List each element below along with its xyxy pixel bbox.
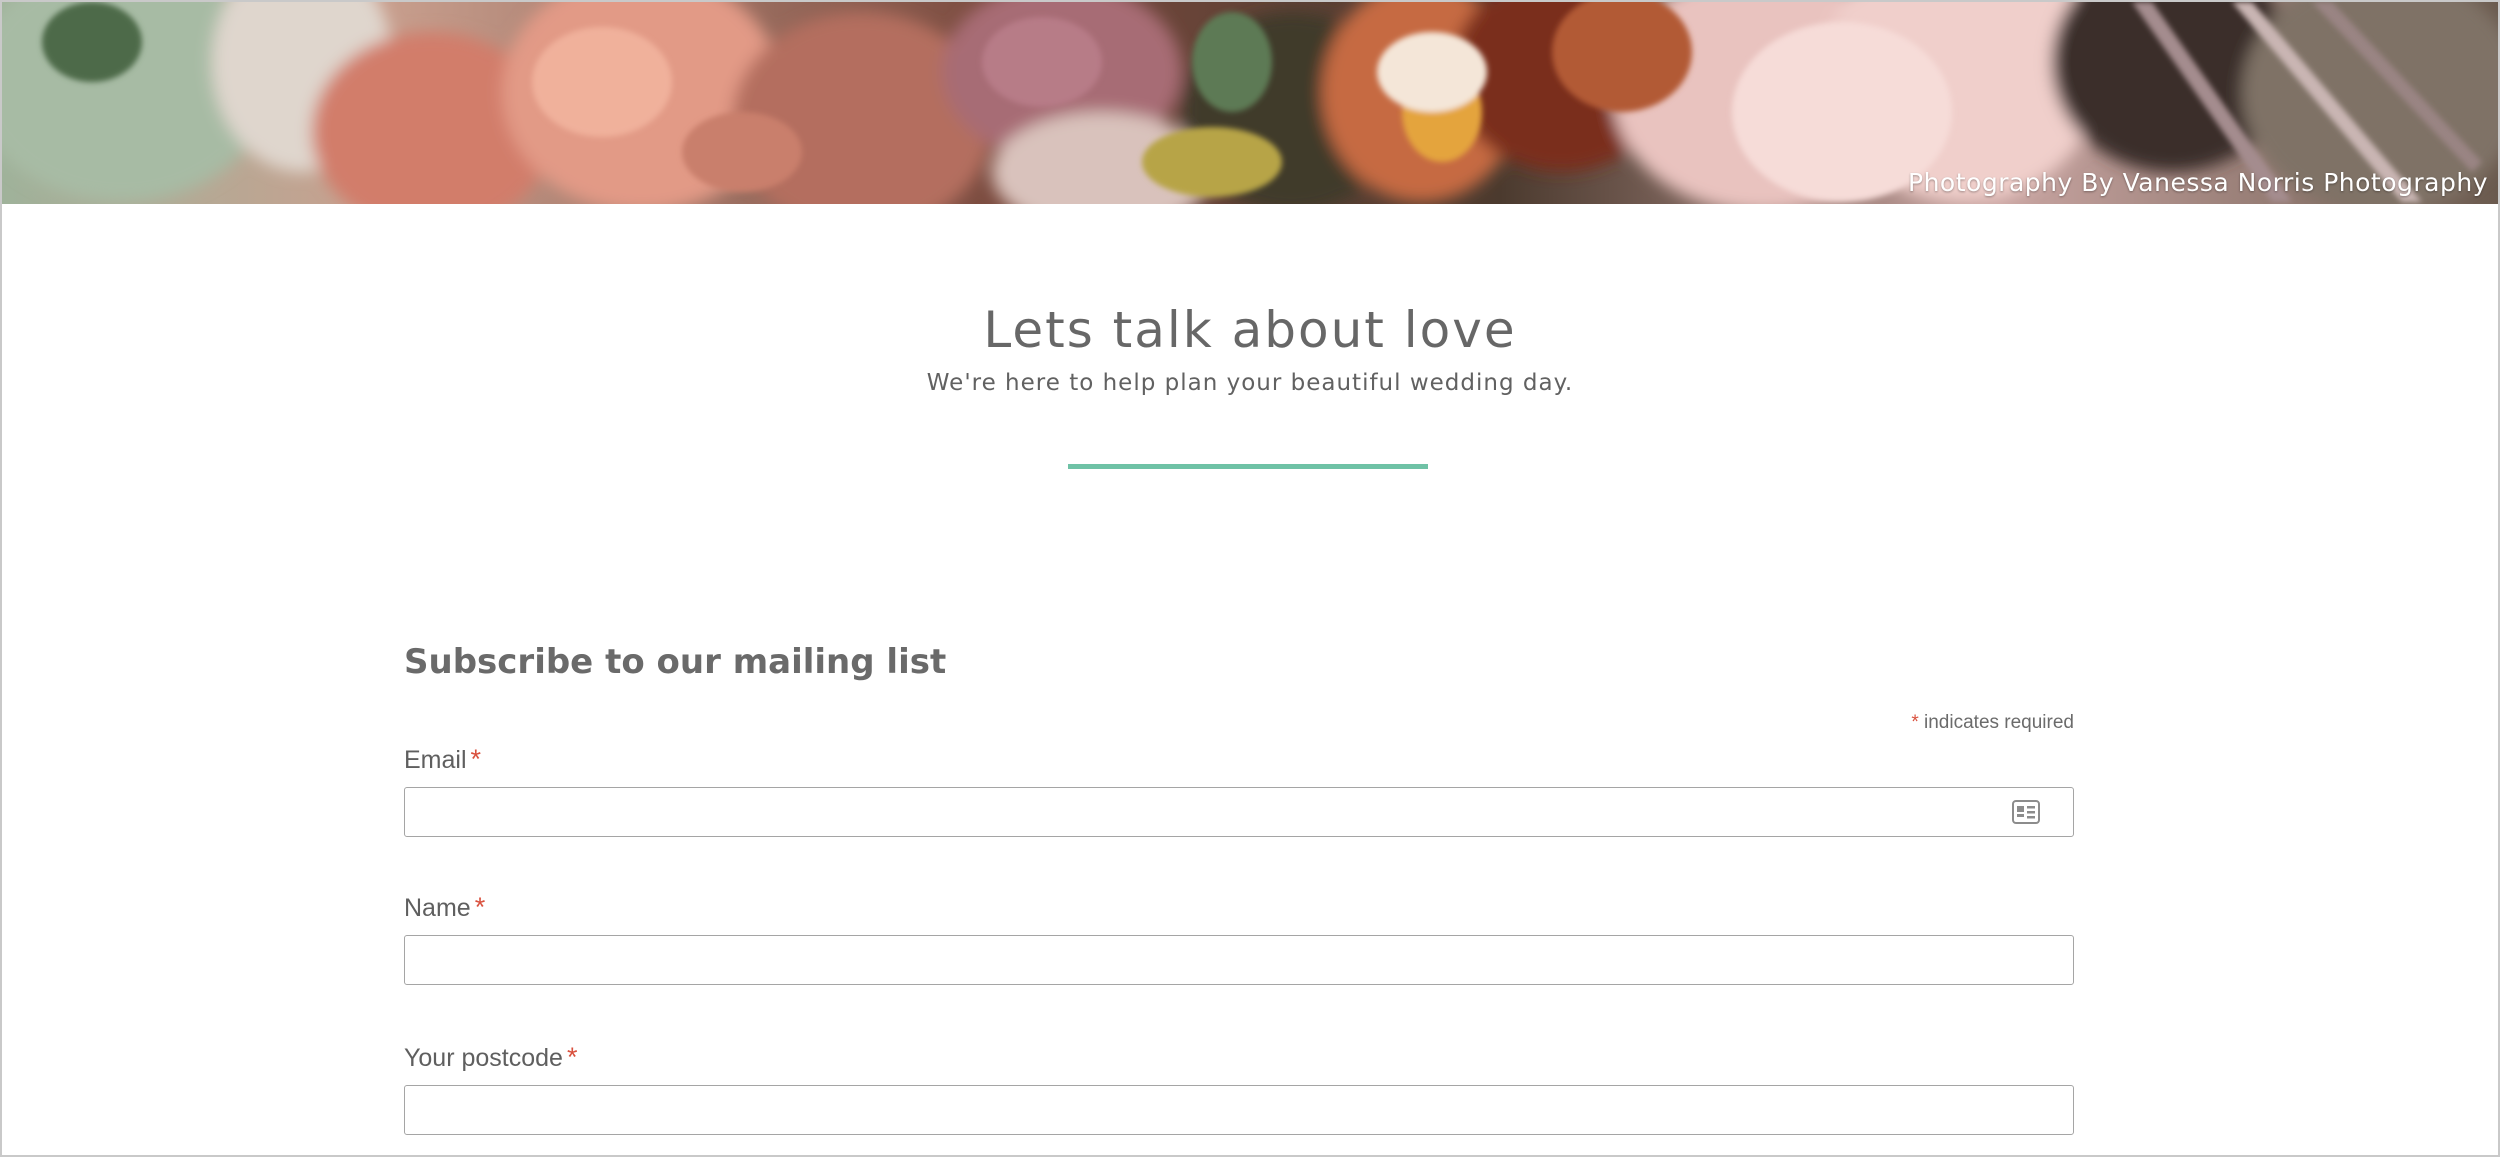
postcode-label: Your postcode *	[404, 1042, 2074, 1073]
page-subtitle: We're here to help plan your beautiful w…	[926, 370, 1574, 396]
required-note-text: indicates required	[1924, 712, 2074, 733]
name-label: Name *	[404, 892, 2074, 923]
page-title: Lets talk about love	[983, 301, 1517, 359]
required-asterisk: *	[1911, 712, 1919, 733]
required-asterisk: *	[470, 744, 482, 774]
hero-banner: Photography By Vanessa Norris Photograph…	[2, 2, 2498, 204]
email-input-wrap	[404, 787, 2074, 837]
mailing-list-form: Subscribe to our mailing list * indicate…	[404, 632, 2074, 1135]
name-field[interactable]	[404, 935, 2074, 985]
intro-section: Lets talk about love We're here to help …	[2, 298, 2498, 396]
postcode-field-group: Your postcode *	[404, 1042, 2074, 1135]
email-label-text: Email	[404, 746, 467, 774]
email-field[interactable]	[404, 787, 2074, 837]
name-field-group: Name *	[404, 892, 2074, 985]
name-input-wrap	[404, 935, 2074, 985]
required-note: * indicates required	[1911, 712, 2074, 734]
required-asterisk: *	[474, 892, 486, 922]
required-asterisk: *	[566, 1042, 578, 1072]
email-label: Email *	[404, 744, 2074, 775]
postcode-input-wrap	[404, 1085, 2074, 1135]
accent-divider	[1068, 464, 1428, 469]
postcode-label-text: Your postcode	[404, 1044, 563, 1072]
form-heading: Subscribe to our mailing list	[404, 642, 947, 682]
postcode-field[interactable]	[404, 1085, 2074, 1135]
email-field-group: Email *	[404, 744, 2074, 837]
contact-card-icon[interactable]	[2012, 800, 2040, 824]
name-label-text: Name	[404, 894, 471, 922]
photo-credit: Photography By Vanessa Norris Photograph…	[1908, 168, 2488, 197]
